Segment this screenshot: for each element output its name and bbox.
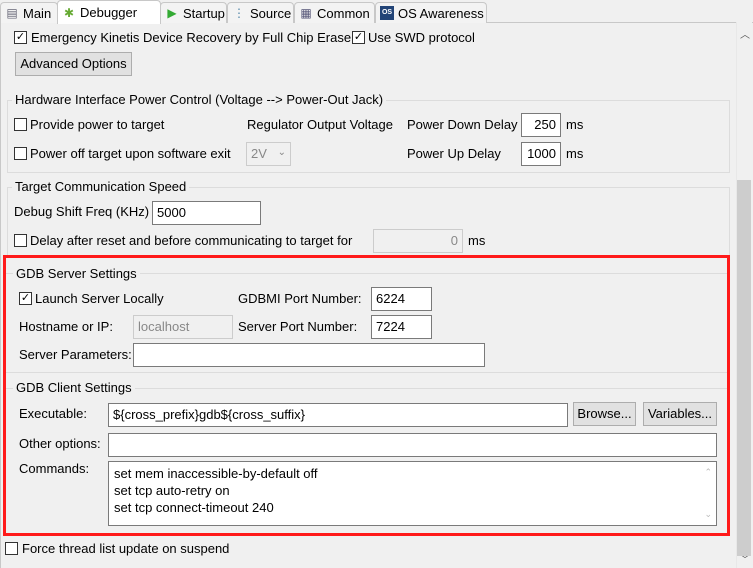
table-icon: ▦: [300, 6, 312, 20]
emergency-recovery-checkbox[interactable]: ✓: [14, 31, 27, 44]
power-up-delay-label: Power Up Delay: [407, 146, 501, 161]
provide-power-label: Provide power to target: [30, 117, 165, 132]
power-off-label: Power off target upon software exit: [30, 146, 231, 161]
ms-label: ms: [468, 233, 486, 248]
ms-label: ms: [566, 146, 584, 161]
launch-server-label: Launch Server Locally: [35, 291, 164, 306]
gdbmi-port-label: GDBMI Port Number:: [238, 291, 362, 306]
emergency-recovery-label: Emergency Kinetis Device Recovery by Ful…: [31, 30, 352, 45]
regulator-voltage-label: Regulator Output Voltage: [247, 117, 393, 132]
play-icon: ▶: [167, 6, 177, 20]
server-params-label: Server Parameters:: [19, 347, 132, 362]
tab-os-awareness[interactable]: OS OS Awareness: [375, 2, 487, 23]
tab-common[interactable]: ▦ Common: [294, 2, 375, 23]
use-swd-label: Use SWD protocol: [368, 30, 475, 45]
tab-startup[interactable]: ▶ Startup: [160, 2, 227, 23]
scrollbar-thumb[interactable]: [737, 180, 751, 556]
power-down-delay-input[interactable]: 250: [521, 113, 561, 137]
source-tree-icon: ⋮: [233, 6, 245, 20]
other-options-input[interactable]: [108, 433, 717, 457]
gdb-server-title: GDB Server Settings: [13, 266, 140, 282]
tab-main[interactable]: ▤ Main: [0, 2, 58, 23]
delay-reset-label: Delay after reset and before communicati…: [30, 233, 353, 248]
command-line: set tcp connect-timeout 240: [114, 500, 274, 515]
variables-button[interactable]: Variables...: [643, 402, 717, 426]
gdbmi-port-input[interactable]: 6224: [371, 287, 432, 311]
force-thread-label: Force thread list update on suspend: [22, 541, 230, 556]
hostname-label: Hostname or IP:: [19, 319, 113, 334]
command-line: set tcp auto-retry on: [114, 483, 230, 498]
tab-source[interactable]: ⋮ Source: [227, 2, 294, 23]
scroll-up-icon[interactable]: ︿: [740, 26, 750, 41]
executable-label: Executable:: [19, 406, 87, 421]
power-down-delay-label: Power Down Delay: [407, 117, 518, 132]
commands-textarea[interactable]: set mem inaccessible-by-default off set …: [108, 461, 717, 526]
provide-power-checkbox[interactable]: [14, 118, 27, 131]
tab-debugger[interactable]: ✱ Debugger: [57, 0, 161, 24]
commands-label: Commands:: [19, 461, 90, 476]
power-control-title: Hardware Interface Power Control (Voltag…: [12, 92, 387, 108]
advanced-options-button[interactable]: Advanced Options: [15, 52, 132, 76]
use-swd-checkbox[interactable]: ✓: [352, 31, 365, 44]
debug-freq-label: Debug Shift Freq (KHz): [14, 204, 150, 219]
server-port-input[interactable]: 7224: [371, 315, 432, 339]
comm-speed-title: Target Communication Speed: [12, 179, 190, 195]
gdb-client-title: GDB Client Settings: [13, 380, 135, 396]
chevron-down-icon: ⌄: [277, 147, 286, 158]
browse-button[interactable]: Browse...: [573, 402, 636, 426]
ms-label: ms: [566, 117, 584, 132]
hostname-input[interactable]: localhost: [133, 315, 233, 339]
server-port-label: Server Port Number:: [238, 319, 358, 334]
os-icon: OS: [380, 6, 394, 20]
power-up-delay-input[interactable]: 1000: [521, 142, 561, 166]
scroll-down-icon[interactable]: ⌄: [704, 506, 712, 523]
command-line: set mem inaccessible-by-default off: [114, 466, 318, 481]
tab-bar: ▤ Main ✱ Debugger ▶ Startup ⋮ Source ▦ Common…: [0, 0, 753, 24]
bug-icon: ✱: [63, 5, 75, 20]
document-icon: ▤: [6, 6, 18, 20]
power-control-group: [7, 100, 730, 173]
debug-freq-input[interactable]: 5000: [152, 201, 261, 225]
divider: [6, 372, 727, 373]
delay-reset-input[interactable]: 0: [373, 229, 463, 253]
power-off-checkbox[interactable]: [14, 147, 27, 160]
server-params-input[interactable]: [133, 343, 485, 367]
scroll-up-icon[interactable]: ⌃: [704, 464, 712, 481]
delay-reset-checkbox[interactable]: [14, 234, 27, 247]
voltage-select[interactable]: 2V ⌄: [246, 142, 291, 166]
other-options-label: Other options:: [19, 436, 101, 451]
launch-server-checkbox[interactable]: ✓: [19, 292, 32, 305]
executable-input[interactable]: ${cross_prefix}gdb${cross_suffix}: [108, 403, 568, 427]
force-thread-checkbox[interactable]: [5, 542, 18, 555]
